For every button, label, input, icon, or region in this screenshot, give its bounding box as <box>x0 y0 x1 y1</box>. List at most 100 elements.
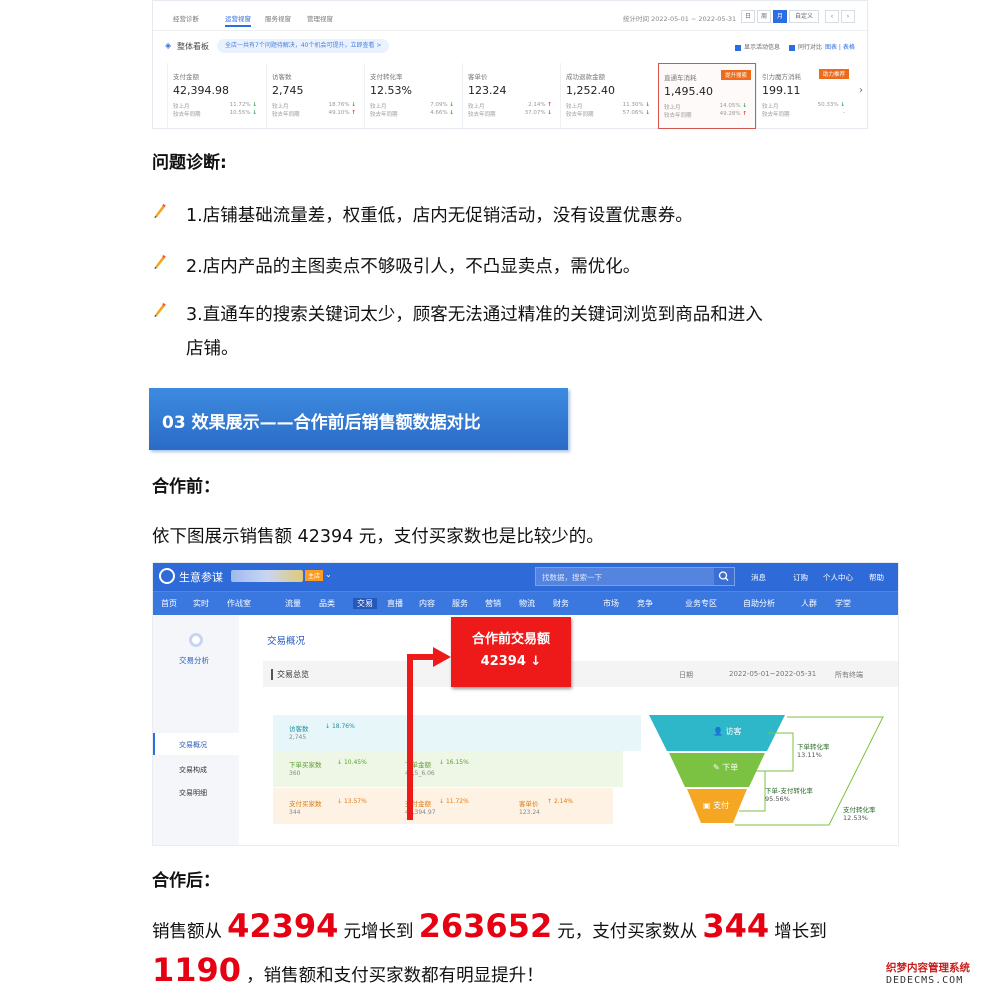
order-amount-pct: ↓ 16.15% <box>439 759 469 766</box>
unit-price-pct-value: 2.14% <box>553 798 573 805</box>
search-icon[interactable] <box>714 568 734 585</box>
orders-value: 360 <box>289 770 301 777</box>
tab-service[interactable]: 服务视窗 <box>265 13 291 23</box>
nav-item[interactable]: 市场 <box>603 598 619 609</box>
diagnosis-item-1: 1.店铺基础流量差，权重低，店内无促销活动，没有设置优惠券。 <box>186 206 693 226</box>
metric-mom: 较上月 2.14% ↑ <box>468 102 560 110</box>
nav-item[interactable]: 首页 <box>161 598 177 609</box>
metric-card[interactable]: 支付金额 42,394.98 较上月 11.72% ↓ 较去年同期 10.55% ↓ <box>167 63 265 129</box>
tab-management[interactable]: 管理视窗 <box>307 13 333 23</box>
chevron-right-icon[interactable]: › <box>859 85 863 96</box>
metric-badge[interactable]: 提升搜索 <box>720 70 751 80</box>
metric-value: 1,252.40 <box>566 84 615 97</box>
sidebar-title: 交易分析 <box>179 656 209 665</box>
view-toggle[interactable]: 图表 | 表格 <box>825 42 855 51</box>
nav-item[interactable]: 业务专区 <box>685 598 717 609</box>
nav-item[interactable]: 作战室 <box>227 598 251 609</box>
issue-notice[interactable]: 全店一共有7个问题待解决，40个机会可提升，立即查看 > <box>217 39 390 53</box>
nav-item[interactable]: 内容 <box>419 598 435 609</box>
nav-item[interactable]: 品类 <box>319 598 335 609</box>
metric-card[interactable]: 成功退款金额 1,252.40 较上月 11.30% ↓ 较去年同期 57.06% ↓ <box>560 63 658 129</box>
callout-title: 合作前交易额 <box>471 632 550 647</box>
nav-item[interactable]: 服务 <box>452 598 468 609</box>
message-link[interactable]: 消息 <box>751 572 766 583</box>
metric-card[interactable]: 直通车消耗 1,495.40 较上月 14.05% ↓ 较去年同期 49.28% ↑ 提升搜… <box>658 63 756 129</box>
nav-item[interactable]: 营销 <box>485 598 501 609</box>
metric-name: 支付转化率 <box>370 73 403 81</box>
watermark: 织梦内容管理系统 DEDECMS.COM <box>886 960 990 990</box>
section-banner-text: 03 效果展示——合作前后销售额数据对比 <box>162 413 481 433</box>
metric-card[interactable]: 访客数 2,745 较上月 18.76% ↓ 较去年同期 49.10% ↑ <box>266 63 364 129</box>
metric-yoy: 较去年同期 37.07% ↓ <box>468 110 560 118</box>
metric-value: 2,745 <box>272 84 304 97</box>
payers-value: 344 <box>289 809 301 816</box>
chevron-down-icon[interactable]: ⌄ <box>325 570 332 579</box>
period-week[interactable]: 周 <box>757 10 771 23</box>
nav-item[interactable]: 实时 <box>193 598 209 609</box>
search-input[interactable]: 找数据，搜索一下 <box>535 567 735 586</box>
metric-mom-pct-value: 7.09% <box>430 102 448 108</box>
before-title: 合作前： <box>152 477 220 497</box>
nav-item[interactable]: 直播 <box>387 598 403 609</box>
order-link[interactable]: 订购 <box>793 572 808 583</box>
metric-yoy-pct-value: - <box>843 110 845 116</box>
nav-item[interactable]: 竞争 <box>637 598 653 609</box>
metric-badge[interactable]: 助力推荐 <box>818 69 849 79</box>
orders-pct: ↓ 10.45% <box>337 759 367 766</box>
period-custom[interactable]: 自定义 <box>789 10 819 23</box>
metric-mom: 较上月 7.09% ↓ <box>370 102 462 110</box>
nav-item[interactable]: 人群 <box>801 598 817 609</box>
metric-yoy-label: 较去年同期 <box>664 113 692 119</box>
pay-amount-pct-value: 11.72% <box>445 798 469 805</box>
next-icon[interactable]: › <box>841 10 855 23</box>
sidebar-item-overview[interactable]: 交易概况 <box>179 740 207 750</box>
metric-yoy: 较去年同期 57.06% ↓ <box>566 110 658 118</box>
tab-operation[interactable]: 运营视窗 <box>225 13 251 27</box>
trend-icon: ↓ <box>742 103 747 109</box>
nav-item[interactable]: 流量 <box>285 598 301 609</box>
nav-item[interactable]: 学堂 <box>835 598 851 609</box>
tab-diagnosis[interactable]: 经营诊断 <box>173 13 199 23</box>
trade-analysis-icon <box>189 633 203 647</box>
nav-item[interactable]: 交易 <box>353 598 377 609</box>
profile-link[interactable]: 个人中心 <box>823 572 853 583</box>
nav-item[interactable]: 财务 <box>553 598 569 609</box>
prev-icon[interactable]: ‹ <box>825 10 839 23</box>
after-amount: 263652 <box>418 907 553 945</box>
metric-yoy-pct: 49.10% ↑ <box>329 110 356 116</box>
sidebar-item-composition[interactable]: 交易构成 <box>179 765 207 775</box>
metric-card[interactable]: 支付转化率 12.53% 较上月 7.09% ↓ 较去年同期 4.66% ↓ <box>364 63 462 129</box>
metric-card[interactable]: 客单价 123.24 较上月 2.14% ↑ 较去年同期 37.07% ↓ <box>462 63 560 129</box>
show-activity-option[interactable]: 显示活动信息 <box>735 42 780 51</box>
terminal-select[interactable]: 所有终端 <box>835 670 863 680</box>
metric-card[interactable]: 引力魔方消耗 199.11 较上月 50.33% ↓ 较去年同期 - 助力推荐 <box>756 63 853 129</box>
trend-icon: ↓ <box>449 110 454 116</box>
funnel-row-visitors: 访客数 ↓ 18.76% 2,745 <box>273 715 641 751</box>
metric-yoy-pct-value: 49.28% <box>719 111 741 117</box>
diagnosis-item-2: 2.店内产品的主图卖点不够吸引人，不凸显卖点，需优化。 <box>186 257 641 277</box>
period-day[interactable]: 日 <box>741 10 755 23</box>
pencil-icon <box>154 203 166 218</box>
date-label[interactable]: 日期 <box>679 670 693 680</box>
diagnosis-title: 问题诊断: <box>152 153 227 173</box>
metric-yoy-pct: 4.66% ↓ <box>430 110 454 116</box>
pencil-icon <box>154 254 166 269</box>
metric-mom-pct: 50.33% ↓ <box>818 102 845 108</box>
metric-name: 访客数 <box>272 73 292 81</box>
nav-item[interactable]: 自助分析 <box>743 598 775 609</box>
metric-value: 199.11 <box>762 84 801 97</box>
metric-yoy-pct: 37.07% ↓ <box>525 110 552 116</box>
sidebar-item-details[interactable]: 交易明细 <box>179 788 207 798</box>
period-month[interactable]: 月 <box>773 10 787 23</box>
peer-compare-option[interactable]: 同行对比 <box>789 42 822 51</box>
after-buyers: 1190 <box>152 951 242 989</box>
help-link[interactable]: 帮助 <box>869 572 884 583</box>
trend-icon: ↓ <box>252 102 257 108</box>
metric-yoy: 较去年同期 10.55% ↓ <box>173 110 265 118</box>
annotation-arrow-bar <box>407 654 435 660</box>
metric-mom-pct-value: 11.30% <box>622 102 644 108</box>
metric-mom-pct: 7.09% ↓ <box>430 102 454 108</box>
funnel-row-orders: 下单买家数 ↓ 10.45% 360 下单金额 ↓ 16.15% 43,5_6.… <box>273 751 623 787</box>
nav-item[interactable]: 物流 <box>519 598 535 609</box>
orders-pct-value: 10.45% <box>343 759 367 766</box>
